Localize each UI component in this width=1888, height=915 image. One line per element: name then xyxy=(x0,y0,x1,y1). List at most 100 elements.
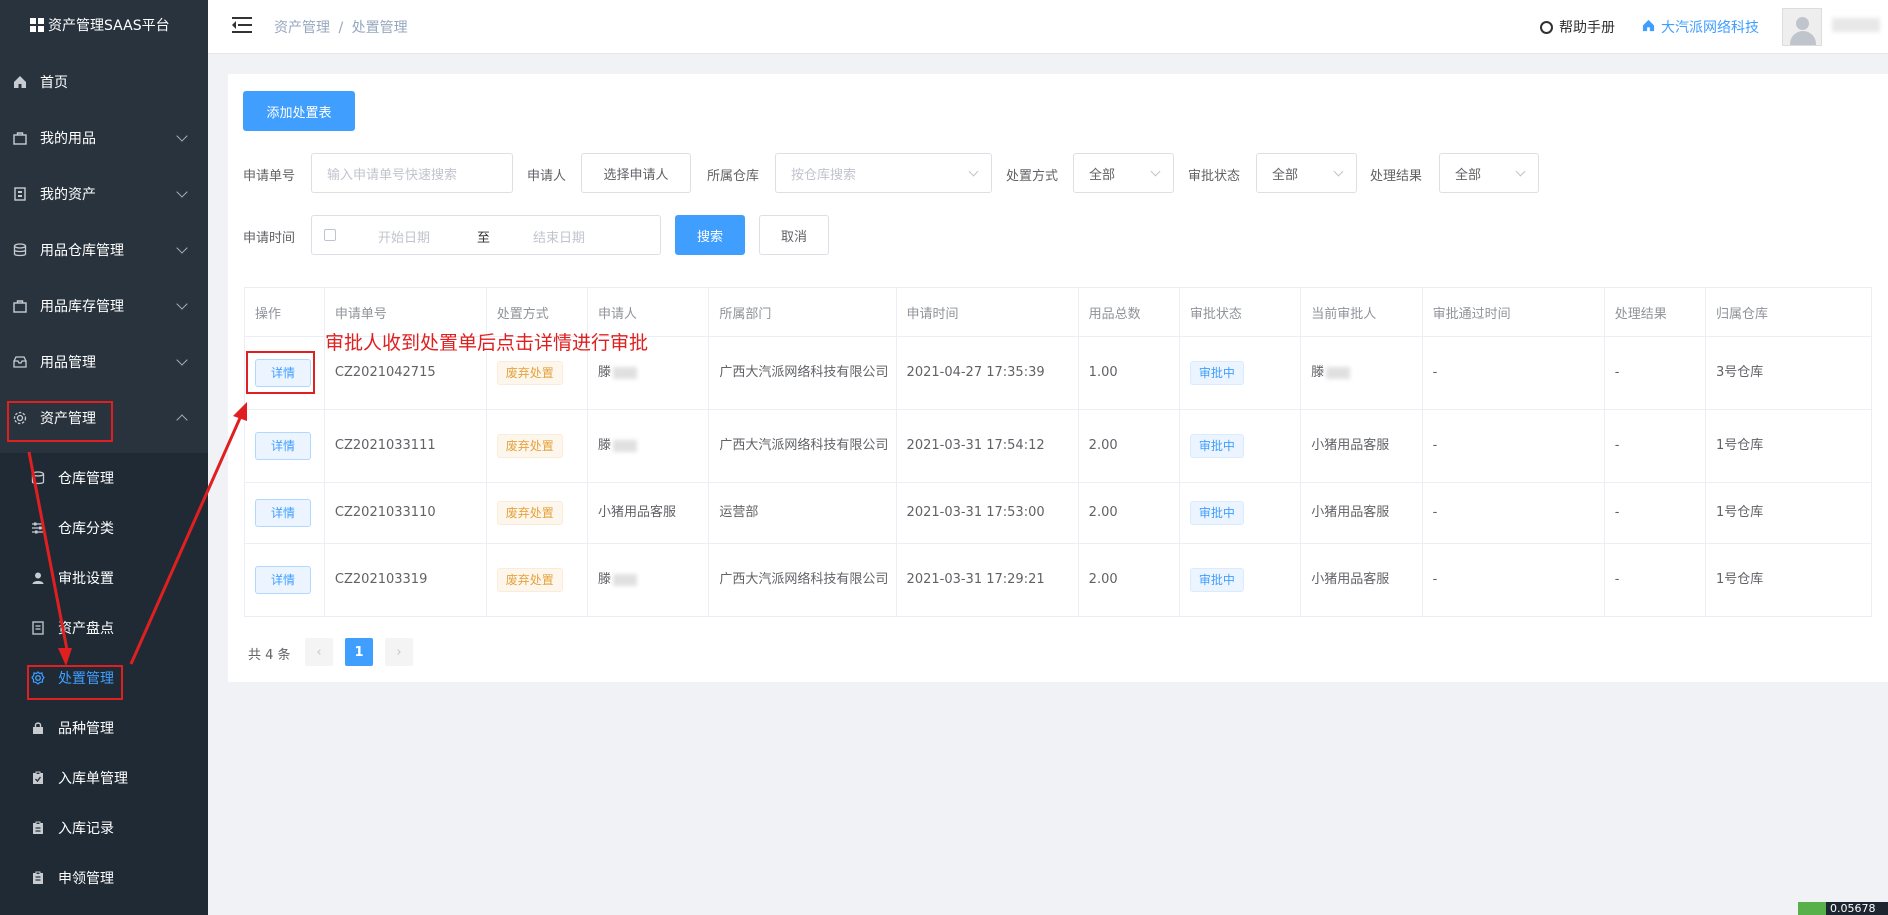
status-badge: 审批中 xyxy=(1189,360,1244,385)
sidebar-subitem-warehouse-category[interactable]: 仓库分类 xyxy=(0,503,208,553)
range-separator: 至 xyxy=(477,231,491,246)
inbox-icon xyxy=(12,354,28,370)
chevron-down-icon xyxy=(176,298,188,310)
cell-time: 2021-03-31 17:29:21 xyxy=(895,543,1079,617)
breadcrumb-current: 处置管理 xyxy=(351,20,408,36)
bag-icon xyxy=(12,130,28,146)
annotation-note: 审批人收到处置单后点击详情进行审批 xyxy=(325,332,649,354)
cell-approver: 小猪用品客服 xyxy=(1300,543,1423,617)
company-label: 大汽派网络科技 xyxy=(1661,20,1759,36)
sidebar-subitem-category[interactable]: 品种管理 xyxy=(0,703,208,753)
cell-applicant: 滕 xyxy=(586,409,710,483)
cell-total: 2.00 xyxy=(1077,409,1180,483)
sidebar-subitem-inbound-orders[interactable]: 入库单管理 xyxy=(0,753,208,803)
app-logo[interactable]: 资产管理SAAS平台 xyxy=(0,0,208,50)
sidebar-subitem-warehouse[interactable]: 仓库管理 xyxy=(0,453,208,503)
sidebar-item-supply-warehouse[interactable]: 用品仓库管理 xyxy=(0,222,208,278)
sidebar-subitem-label: 资产盘点 xyxy=(58,621,114,637)
sidebar-item-supply-stock[interactable]: 用品库存管理 xyxy=(0,278,208,334)
sidebar-subitem-requisition[interactable]: 申领管理 xyxy=(0,853,208,903)
select-applicant-button[interactable]: 选择申请人 xyxy=(581,153,691,193)
sidebar-subitem-approval-settings[interactable]: 审批设置 xyxy=(0,553,208,603)
chevron-down-icon xyxy=(1515,166,1526,177)
pagination-next-button[interactable]: › xyxy=(385,638,413,666)
help-icon xyxy=(1540,20,1553,34)
detail-button[interactable]: 详情 xyxy=(255,566,311,594)
pagination-total: 共 4 条 xyxy=(248,648,291,663)
cell-warehouse: 3号仓库 xyxy=(1704,336,1873,410)
sidebar-subitem-label: 审批设置 xyxy=(58,571,114,587)
chevron-up-icon xyxy=(176,414,188,426)
sidebar-item-supply-management[interactable]: 用品管理 xyxy=(0,334,208,390)
corner-badge: 0.05678 xyxy=(1798,902,1888,915)
breadcrumb-parent[interactable]: 资产管理 xyxy=(274,20,330,36)
cell-applicant: 滕 xyxy=(586,543,710,617)
cell-result: - xyxy=(1603,336,1706,410)
detail-button[interactable]: 详情 xyxy=(255,432,311,460)
chevron-down-icon xyxy=(176,354,188,366)
cell-applicant: 小猪用品客服 xyxy=(586,482,710,544)
badge-icon xyxy=(1798,902,1826,915)
sidebar-item-my-supplies[interactable]: 我的用品 xyxy=(0,110,208,166)
method-select[interactable]: 全部 xyxy=(1073,153,1174,193)
sidebar-subitem-inbound-records[interactable]: 入库记录 xyxy=(0,803,208,853)
add-disposal-button[interactable]: 添加处置表 xyxy=(243,91,355,131)
building-icon xyxy=(12,186,28,202)
cell-warehouse: 1号仓库 xyxy=(1704,409,1873,483)
table-row: 详情 CZ2021033111 废弃处置 滕 广西大汽派网络科技有限公司 202… xyxy=(244,409,1873,483)
sidebar-subitem-asset-inventory[interactable]: 资产盘点 xyxy=(0,603,208,653)
avatar[interactable] xyxy=(1782,8,1822,46)
warehouse-select[interactable]: 按仓库搜索 xyxy=(775,153,992,193)
cell-pass-time: - xyxy=(1421,482,1605,544)
cell-total: 2.00 xyxy=(1077,482,1180,544)
bag-icon xyxy=(12,298,28,314)
chevron-down-icon xyxy=(176,186,188,198)
end-date-placeholder[interactable]: 结束日期 xyxy=(533,227,585,246)
database-icon xyxy=(12,242,28,258)
cell-warehouse: 1号仓库 xyxy=(1704,543,1873,617)
cell-result: - xyxy=(1603,543,1706,617)
sidebar-item-my-assets[interactable]: 我的资产 xyxy=(0,166,208,222)
username-blurred[interactable] xyxy=(1832,18,1880,32)
sidebar-subitem-label: 入库单管理 xyxy=(58,771,128,787)
status-badge: 审批中 xyxy=(1189,567,1244,592)
cell-approver: 小猪用品客服 xyxy=(1300,409,1423,483)
cell-dept: 广西大汽派网络科技有限公司 xyxy=(708,409,897,483)
help-manual-link[interactable]: 帮助手册 xyxy=(1540,17,1615,37)
approval-select[interactable]: 全部 xyxy=(1256,153,1357,193)
home-icon xyxy=(1642,19,1655,36)
search-button[interactable]: 搜索 xyxy=(675,215,745,255)
detail-button[interactable]: 详情 xyxy=(255,499,311,527)
table-row: 详情 CZ2021033110 废弃处置 小猪用品客服 运营部 2021-03-… xyxy=(244,482,1873,544)
chevron-down-icon xyxy=(176,130,188,142)
company-link[interactable]: 大汽派网络科技 xyxy=(1642,17,1759,37)
col-header: 所属部门 xyxy=(708,287,897,337)
apply-no-input[interactable]: 输入申请单号快速搜索 xyxy=(311,153,513,193)
app-title: 资产管理SAAS平台 xyxy=(48,18,170,34)
pagination-page-button[interactable]: 1 xyxy=(345,638,373,666)
breadcrumb: 资产管理 / 处置管理 xyxy=(274,17,408,37)
pagination-prev-button[interactable]: ‹ xyxy=(305,638,333,666)
date-range-picker[interactable]: 开始日期 至 结束日期 xyxy=(311,215,661,255)
start-date-placeholder[interactable]: 开始日期 xyxy=(378,227,430,246)
status-badge: 审批中 xyxy=(1189,433,1244,458)
result-select[interactable]: 全部 xyxy=(1439,153,1539,193)
cell-apply-no: CZ2021033110 xyxy=(323,482,487,544)
chevron-down-icon xyxy=(968,166,979,177)
method-label: 处置方式 xyxy=(1006,169,1059,184)
method-tag: 废弃处置 xyxy=(496,360,563,385)
corner-badge-text: 0.05678 xyxy=(1830,902,1876,915)
cell-result: - xyxy=(1603,482,1706,544)
database-icon xyxy=(30,470,46,486)
sidebar-item-label: 用品库存管理 xyxy=(40,299,124,315)
method-tag: 废弃处置 xyxy=(496,567,563,592)
sidebar-item-label: 我的用品 xyxy=(40,131,96,147)
cancel-button[interactable]: 取消 xyxy=(759,215,829,255)
applicant-label: 申请人 xyxy=(527,169,567,184)
col-header: 当前审批人 xyxy=(1300,287,1423,337)
cell-total: 1.00 xyxy=(1077,336,1180,410)
sidebar-item-home[interactable]: 首页 xyxy=(0,54,208,110)
result-value: 全部 xyxy=(1455,167,1482,183)
col-header: 审批通过时间 xyxy=(1421,287,1605,337)
menu-toggle-icon[interactable] xyxy=(232,17,252,33)
